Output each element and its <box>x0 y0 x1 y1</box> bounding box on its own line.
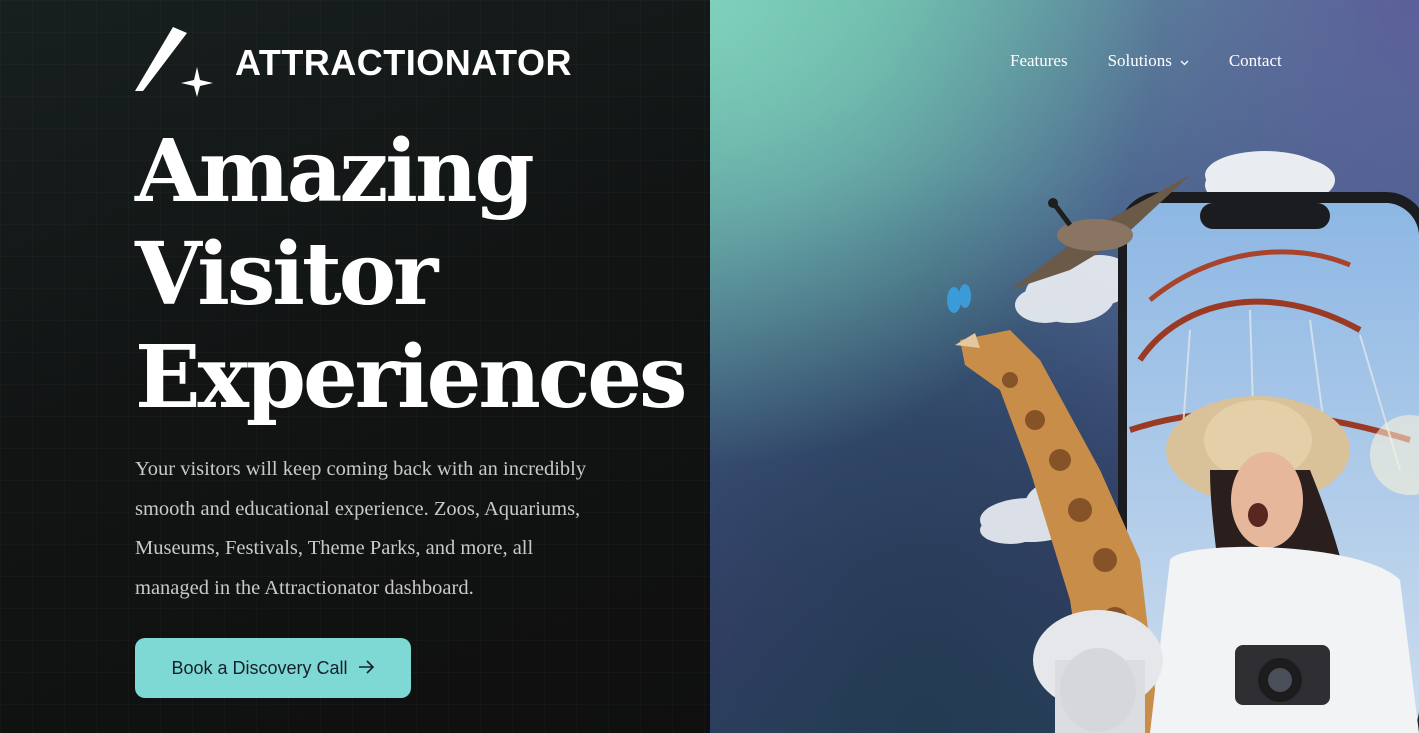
headline-line: Experiences <box>135 327 687 428</box>
top-nav: Features Solutions Contact <box>1010 51 1282 71</box>
cta-label: Book a Discovery Call <box>171 657 348 678</box>
star-sparkle-icon <box>135 27 213 97</box>
subtext-line: Your visitors will keep coming back with… <box>135 458 587 480</box>
brand-name: ATTRACTIONATOR <box>235 42 572 83</box>
hero-collage-illustration <box>947 151 1419 733</box>
chevron-down-icon <box>1180 51 1189 71</box>
subtext-line: smooth and educational experience. Zoos,… <box>135 497 581 520</box>
book-discovery-call-button[interactable]: Book a Discovery Call <box>135 638 411 698</box>
headline-line: Amazing <box>135 121 535 222</box>
subtext-line: Museums, Festivals, Theme Parks, and mor… <box>135 537 534 559</box>
nav-item-contact[interactable]: Contact <box>1229 51 1282 71</box>
nav-item-label: Solutions <box>1107 51 1172 70</box>
hero-right-panel <box>710 0 1419 733</box>
hero-headline: Amazing Visitor Experiences <box>135 120 687 429</box>
nav-item-label: Features <box>1010 51 1068 70</box>
hero-subtext: Your visitors will keep coming back with… <box>135 450 635 608</box>
brand-logo[interactable]: ATTRACTIONATOR <box>135 25 572 97</box>
butterfly-image <box>947 284 971 313</box>
subtext-line: managed in the Attractionator dashboard. <box>135 576 474 599</box>
arrow-right-icon <box>358 658 375 679</box>
nav-item-solutions[interactable]: Solutions <box>1108 51 1189 71</box>
headline-line: Visitor <box>135 224 438 325</box>
nav-item-features[interactable]: Features <box>1010 51 1068 71</box>
statue-bust-image <box>1033 610 1163 733</box>
nav-item-label: Contact <box>1228 51 1282 70</box>
